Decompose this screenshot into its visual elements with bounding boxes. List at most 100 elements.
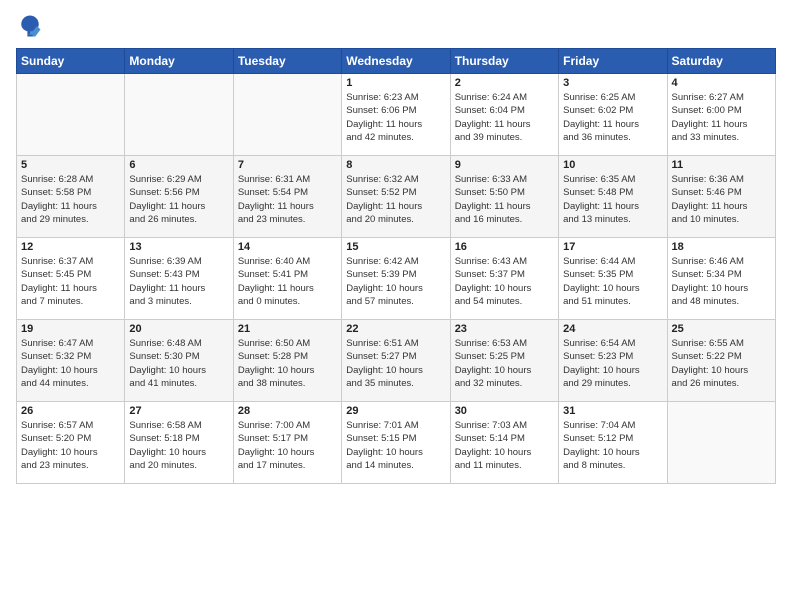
calendar-cell: 20 Sunrise: 6:48 AMSunset: 5:30 PMDayligh… bbox=[125, 320, 233, 402]
day-info: Sunrise: 6:58 AMSunset: 5:18 PMDaylight:… bbox=[129, 419, 228, 472]
day-info: Sunrise: 6:51 AMSunset: 5:27 PMDaylight:… bbox=[346, 337, 445, 390]
day-number: 14 bbox=[238, 241, 337, 253]
day-number: 28 bbox=[238, 405, 337, 417]
calendar-week-5: 26 Sunrise: 6:57 AMSunset: 5:20 PMDayligh… bbox=[17, 402, 776, 484]
calendar-cell: 4 Sunrise: 6:27 AMSunset: 6:00 PMDaylight… bbox=[667, 74, 775, 156]
page-container: SundayMondayTuesdayWednesdayThursdayFrid… bbox=[0, 0, 792, 612]
calendar-cell: 10 Sunrise: 6:35 AMSunset: 5:48 PMDayligh… bbox=[559, 156, 667, 238]
day-info: Sunrise: 6:48 AMSunset: 5:30 PMDaylight:… bbox=[129, 337, 228, 390]
calendar-cell: 24 Sunrise: 6:54 AMSunset: 5:23 PMDayligh… bbox=[559, 320, 667, 402]
logo-icon bbox=[16, 12, 44, 40]
calendar-header-thursday: Thursday bbox=[450, 49, 558, 74]
day-info: Sunrise: 6:24 AMSunset: 6:04 PMDaylight:… bbox=[455, 91, 554, 144]
day-number: 23 bbox=[455, 323, 554, 335]
day-number: 21 bbox=[238, 323, 337, 335]
day-number: 9 bbox=[455, 159, 554, 171]
calendar-cell: 15 Sunrise: 6:42 AMSunset: 5:39 PMDayligh… bbox=[342, 238, 450, 320]
day-number: 3 bbox=[563, 77, 662, 89]
calendar-cell: 3 Sunrise: 6:25 AMSunset: 6:02 PMDaylight… bbox=[559, 74, 667, 156]
day-number: 27 bbox=[129, 405, 228, 417]
calendar-cell: 25 Sunrise: 6:55 AMSunset: 5:22 PMDayligh… bbox=[667, 320, 775, 402]
day-info: Sunrise: 6:42 AMSunset: 5:39 PMDaylight:… bbox=[346, 255, 445, 308]
day-number: 12 bbox=[21, 241, 120, 253]
day-number: 24 bbox=[563, 323, 662, 335]
day-info: Sunrise: 6:25 AMSunset: 6:02 PMDaylight:… bbox=[563, 91, 662, 144]
day-info: Sunrise: 7:03 AMSunset: 5:14 PMDaylight:… bbox=[455, 419, 554, 472]
logo bbox=[16, 12, 48, 40]
calendar-cell: 28 Sunrise: 7:00 AMSunset: 5:17 PMDayligh… bbox=[233, 402, 341, 484]
calendar-cell: 23Sunrise: 6:53 AMSunset: 5:25 PMDayligh… bbox=[450, 320, 558, 402]
calendar-cell bbox=[667, 402, 775, 484]
calendar-header-wednesday: Wednesday bbox=[342, 49, 450, 74]
day-info: Sunrise: 6:33 AMSunset: 5:50 PMDaylight:… bbox=[455, 173, 554, 226]
day-info: Sunrise: 7:01 AMSunset: 5:15 PMDaylight:… bbox=[346, 419, 445, 472]
calendar-cell: 12 Sunrise: 6:37 AMSunset: 5:45 PMDayligh… bbox=[17, 238, 125, 320]
calendar-header-row: SundayMondayTuesdayWednesdayThursdayFrid… bbox=[17, 49, 776, 74]
calendar-cell bbox=[233, 74, 341, 156]
calendar-cell: 14 Sunrise: 6:40 AMSunset: 5:41 PMDayligh… bbox=[233, 238, 341, 320]
calendar-cell: 5Sunrise: 6:28 AMSunset: 5:58 PMDaylight… bbox=[17, 156, 125, 238]
day-info: Sunrise: 6:29 AMSunset: 5:56 PMDaylight:… bbox=[129, 173, 228, 226]
day-number: 30 bbox=[455, 405, 554, 417]
calendar-cell: 18 Sunrise: 6:46 AMSunset: 5:34 PMDayligh… bbox=[667, 238, 775, 320]
day-info: Sunrise: 7:00 AMSunset: 5:17 PMDaylight:… bbox=[238, 419, 337, 472]
day-number: 18 bbox=[672, 241, 771, 253]
day-number: 6 bbox=[129, 159, 228, 171]
day-number: 2 bbox=[455, 77, 554, 89]
day-info: Sunrise: 6:27 AMSunset: 6:00 PMDaylight:… bbox=[672, 91, 771, 144]
day-number: 22 bbox=[346, 323, 445, 335]
day-info: Sunrise: 6:43 AMSunset: 5:37 PMDaylight:… bbox=[455, 255, 554, 308]
calendar-cell: 7 Sunrise: 6:31 AMSunset: 5:54 PMDaylight… bbox=[233, 156, 341, 238]
header bbox=[16, 12, 776, 40]
day-number: 25 bbox=[672, 323, 771, 335]
day-info: Sunrise: 6:50 AMSunset: 5:28 PMDaylight:… bbox=[238, 337, 337, 390]
calendar-cell: 26 Sunrise: 6:57 AMSunset: 5:20 PMDayligh… bbox=[17, 402, 125, 484]
calendar-cell: 13 Sunrise: 6:39 AMSunset: 5:43 PMDayligh… bbox=[125, 238, 233, 320]
day-number: 20 bbox=[129, 323, 228, 335]
day-number: 5 bbox=[21, 159, 120, 171]
day-info: Sunrise: 6:54 AMSunset: 5:23 PMDaylight:… bbox=[563, 337, 662, 390]
day-info: Sunrise: 6:37 AMSunset: 5:45 PMDaylight:… bbox=[21, 255, 120, 308]
day-number: 26 bbox=[21, 405, 120, 417]
day-number: 1 bbox=[346, 77, 445, 89]
day-number: 15 bbox=[346, 241, 445, 253]
day-number: 31 bbox=[563, 405, 662, 417]
day-info: Sunrise: 6:55 AMSunset: 5:22 PMDaylight:… bbox=[672, 337, 771, 390]
day-number: 11 bbox=[672, 159, 771, 171]
day-info: Sunrise: 6:46 AMSunset: 5:34 PMDaylight:… bbox=[672, 255, 771, 308]
calendar-header-friday: Friday bbox=[559, 49, 667, 74]
day-info: Sunrise: 6:57 AMSunset: 5:20 PMDaylight:… bbox=[21, 419, 120, 472]
calendar-header-monday: Monday bbox=[125, 49, 233, 74]
calendar-cell: 27 Sunrise: 6:58 AMSunset: 5:18 PMDayligh… bbox=[125, 402, 233, 484]
calendar-week-3: 12 Sunrise: 6:37 AMSunset: 5:45 PMDayligh… bbox=[17, 238, 776, 320]
day-info: Sunrise: 7:04 AMSunset: 5:12 PMDaylight:… bbox=[563, 419, 662, 472]
day-info: Sunrise: 6:40 AMSunset: 5:41 PMDaylight:… bbox=[238, 255, 337, 308]
day-number: 13 bbox=[129, 241, 228, 253]
calendar-header-sunday: Sunday bbox=[17, 49, 125, 74]
calendar-week-4: 19Sunrise: 6:47 AMSunset: 5:32 PMDayligh… bbox=[17, 320, 776, 402]
day-number: 19 bbox=[21, 323, 120, 335]
day-number: 29 bbox=[346, 405, 445, 417]
day-info: Sunrise: 6:39 AMSunset: 5:43 PMDaylight:… bbox=[129, 255, 228, 308]
calendar-week-2: 5Sunrise: 6:28 AMSunset: 5:58 PMDaylight… bbox=[17, 156, 776, 238]
day-number: 10 bbox=[563, 159, 662, 171]
calendar-cell bbox=[17, 74, 125, 156]
calendar-cell: 1 Sunrise: 6:23 AMSunset: 6:06 PMDaylight… bbox=[342, 74, 450, 156]
day-info: Sunrise: 6:23 AMSunset: 6:06 PMDaylight:… bbox=[346, 91, 445, 144]
day-number: 7 bbox=[238, 159, 337, 171]
day-info: Sunrise: 6:31 AMSunset: 5:54 PMDaylight:… bbox=[238, 173, 337, 226]
calendar-week-1: 1 Sunrise: 6:23 AMSunset: 6:06 PMDaylight… bbox=[17, 74, 776, 156]
calendar-cell bbox=[125, 74, 233, 156]
calendar-header-saturday: Saturday bbox=[667, 49, 775, 74]
day-number: 4 bbox=[672, 77, 771, 89]
day-info: Sunrise: 6:35 AMSunset: 5:48 PMDaylight:… bbox=[563, 173, 662, 226]
day-info: Sunrise: 6:32 AMSunset: 5:52 PMDaylight:… bbox=[346, 173, 445, 226]
day-number: 8 bbox=[346, 159, 445, 171]
calendar-header-tuesday: Tuesday bbox=[233, 49, 341, 74]
calendar-table: SundayMondayTuesdayWednesdayThursdayFrid… bbox=[16, 48, 776, 484]
calendar-cell: 31 Sunrise: 7:04 AMSunset: 5:12 PMDayligh… bbox=[559, 402, 667, 484]
day-number: 17 bbox=[563, 241, 662, 253]
calendar-cell: 30 Sunrise: 7:03 AMSunset: 5:14 PMDayligh… bbox=[450, 402, 558, 484]
calendar-cell: 11Sunrise: 6:36 AMSunset: 5:46 PMDayligh… bbox=[667, 156, 775, 238]
calendar-cell: 22 Sunrise: 6:51 AMSunset: 5:27 PMDayligh… bbox=[342, 320, 450, 402]
